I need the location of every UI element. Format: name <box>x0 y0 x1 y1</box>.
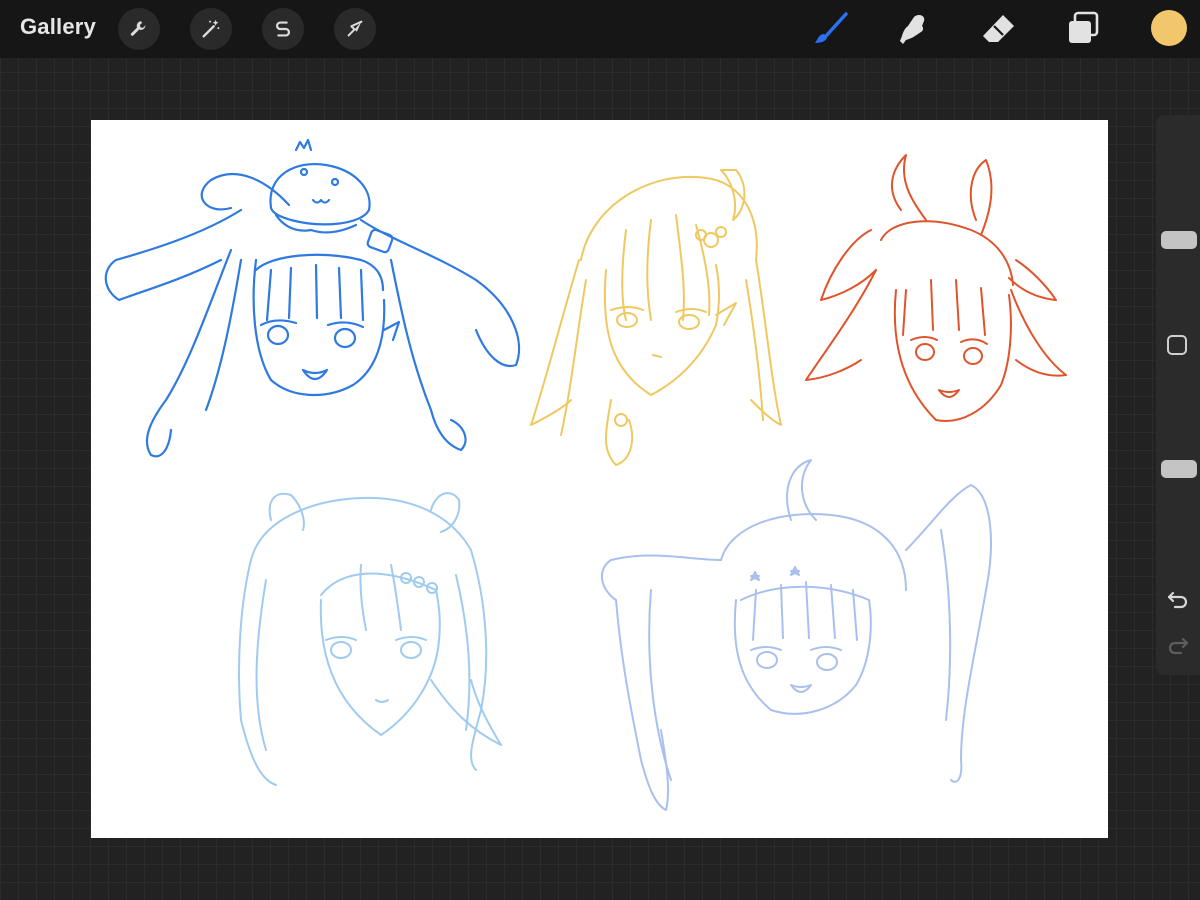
layers-button[interactable] <box>1064 9 1104 49</box>
brush-tool-button[interactable] <box>810 9 850 49</box>
wrench-icon <box>130 21 146 36</box>
top-toolbar: Gallery <box>0 0 1200 58</box>
modify-button[interactable] <box>1166 334 1188 356</box>
sketch-lightblue-character <box>238 492 502 786</box>
magic-wand-icon <box>202 19 220 38</box>
layers-icon <box>1069 11 1099 43</box>
eraser-icon <box>983 15 1014 42</box>
sketch-blue-character <box>104 138 521 458</box>
redo-arrow-icon <box>1168 637 1189 655</box>
sketch-yellow-character <box>530 169 782 466</box>
selection-button[interactable] <box>262 8 304 50</box>
smudge-finger-icon <box>900 15 925 44</box>
side-toolbar <box>1156 115 1200 675</box>
sketch-periwinkle-character <box>601 459 992 811</box>
sketch-red-character <box>805 154 1067 422</box>
actions-button[interactable] <box>118 8 160 50</box>
redo-button[interactable] <box>1166 633 1190 657</box>
opacity-slider[interactable] <box>1158 370 1198 575</box>
brush-size-handle[interactable] <box>1161 231 1197 249</box>
smudge-tool-button[interactable] <box>893 9 933 49</box>
color-picker-swatch[interactable] <box>1151 10 1187 46</box>
eraser-tool-button[interactable] <box>979 9 1019 49</box>
drawing-canvas[interactable] <box>91 120 1108 838</box>
opacity-handle[interactable] <box>1161 460 1197 478</box>
transform-button[interactable] <box>334 8 376 50</box>
brush-size-slider[interactable] <box>1158 125 1198 295</box>
square-outline-icon <box>1167 335 1187 355</box>
selection-s-icon <box>276 21 290 37</box>
undo-button[interactable] <box>1166 587 1190 611</box>
arrow-cursor-icon <box>347 20 363 37</box>
gallery-button[interactable]: Gallery <box>20 14 96 40</box>
undo-arrow-icon <box>1167 591 1188 609</box>
brush-icon <box>815 12 848 43</box>
adjustments-button[interactable] <box>190 8 232 50</box>
sketch-artwork <box>104 138 1067 811</box>
